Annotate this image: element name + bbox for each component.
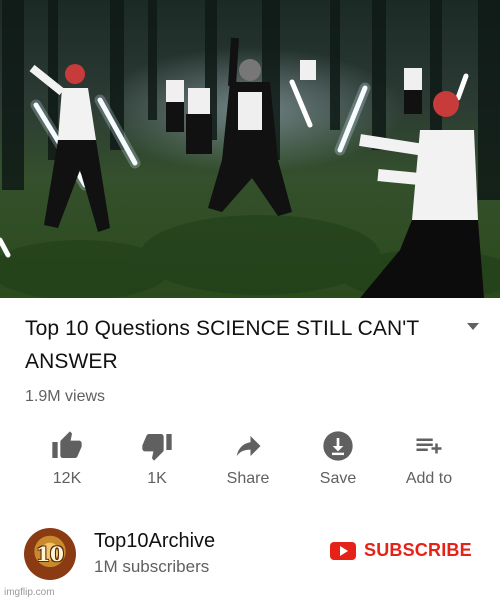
avatar[interactable]: 10 — [24, 528, 76, 580]
share-label: Share — [226, 470, 270, 487]
video-title: Top 10 Questions SCIENCE STILL CAN'T ANS… — [25, 312, 455, 378]
channel-row: 10 Top10Archive 1M subscribers SUBSCRIBE — [0, 520, 500, 584]
video-title-line1: Top 10 Questions SCIENCE STILL CAN'T — [25, 317, 420, 340]
add-to-playlist-icon — [416, 438, 442, 454]
add-to-playlist-button[interactable]: Add to — [389, 428, 469, 488]
save-button[interactable]: Save — [298, 428, 378, 488]
save-label: Save — [319, 470, 357, 487]
dislike-button[interactable]: 1K — [117, 428, 197, 488]
download-icon — [323, 431, 353, 461]
youtube-play-icon — [330, 541, 356, 560]
thumbs-up-icon — [52, 431, 82, 458]
subscribe-label: SUBSCRIBE — [364, 540, 472, 560]
like-button[interactable]: 12K — [27, 428, 107, 488]
channel-name[interactable]: Top10Archive — [94, 530, 215, 553]
triangle-down-icon — [467, 323, 479, 330]
video-frame — [0, 0, 500, 298]
action-bar: 12K 1K Share Save Add to — [0, 428, 500, 498]
thumbs-down-icon — [142, 434, 172, 461]
watermark: imgflip.com — [4, 587, 55, 598]
share-arrow-icon — [236, 436, 261, 456]
add-to-label: Add to — [405, 470, 453, 487]
like-count: 12K — [52, 470, 82, 487]
view-count: 1.9M views — [25, 388, 106, 405]
dislike-count: 1K — [147, 470, 167, 487]
video-title-line2: ANSWER — [25, 350, 118, 373]
subscriber-count: 1M subscribers — [94, 557, 210, 576]
video-player[interactable] — [0, 0, 500, 298]
avatar-logo-text: 10 — [36, 542, 64, 566]
expand-description-button[interactable] — [466, 319, 480, 337]
share-button[interactable]: Share — [208, 428, 288, 488]
subscribe-button[interactable]: SUBSCRIBE — [330, 540, 472, 561]
